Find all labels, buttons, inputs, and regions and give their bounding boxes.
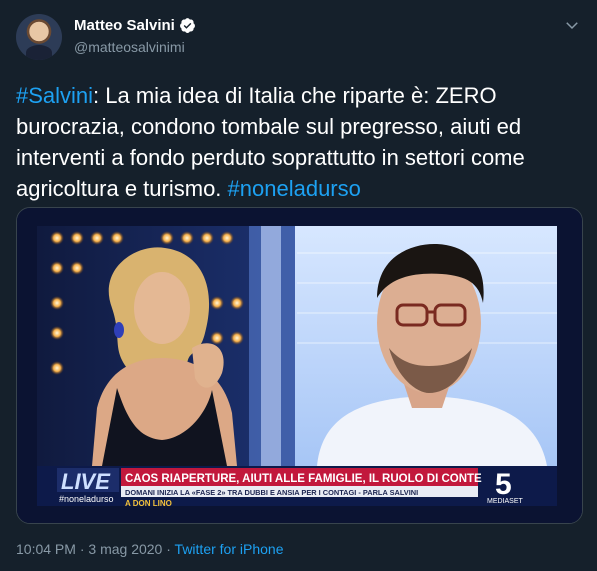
tweet-time[interactable]: 10:04 PM: [16, 541, 76, 557]
tweet-media-image[interactable]: LIVE #noneladurso CAOS RIAPERTURE, AIUTI…: [16, 207, 583, 524]
author-handle[interactable]: @matteosalvinimi: [74, 39, 185, 55]
separator-2: ·: [162, 541, 175, 557]
author-name[interactable]: Matteo Salvini: [74, 17, 175, 34]
live-logo: LIVE #noneladurso: [57, 468, 119, 504]
tv-screenshot: LIVE #noneladurso CAOS RIAPERTURE, AIUTI…: [17, 208, 582, 523]
tweet-source-link[interactable]: Twitter for iPhone: [175, 541, 284, 557]
tweet-footer: 10:04 PM · 3 mag 2020 · Twitter for iPho…: [16, 541, 283, 557]
live-hashtag: #noneladurso: [59, 494, 114, 504]
separator: ·: [75, 541, 89, 557]
tweet-header: Matteo Salvini @matteosalvinimi: [16, 14, 581, 62]
subheadline: DOMANI INIZIA LA «FASE 2» TRA DUBBI E AN…: [125, 488, 418, 497]
chevron-down-icon[interactable]: [563, 16, 581, 34]
tweet-card: Matteo Salvini @matteosalvinimi #Salvini…: [0, 0, 597, 571]
tweet-date[interactable]: 3 mag 2020: [88, 541, 162, 557]
hashtag-noneladurso[interactable]: #noneladurso: [228, 176, 361, 201]
live-label: LIVE: [61, 469, 111, 494]
author-name-row[interactable]: Matteo Salvini: [74, 17, 196, 34]
headline: CAOS RIAPERTURE, AIUTI ALLE FAMIGLIE, IL…: [125, 473, 482, 485]
avatar[interactable]: [16, 14, 62, 60]
channel-name: MEDIASET: [487, 498, 524, 505]
channel-number: 5: [495, 468, 512, 501]
hashtag-salvini[interactable]: #Salvini: [16, 83, 93, 108]
tweet-text: #Salvini: La mia idea di Italia che ripa…: [16, 80, 581, 204]
verified-badge-icon: [179, 18, 195, 33]
